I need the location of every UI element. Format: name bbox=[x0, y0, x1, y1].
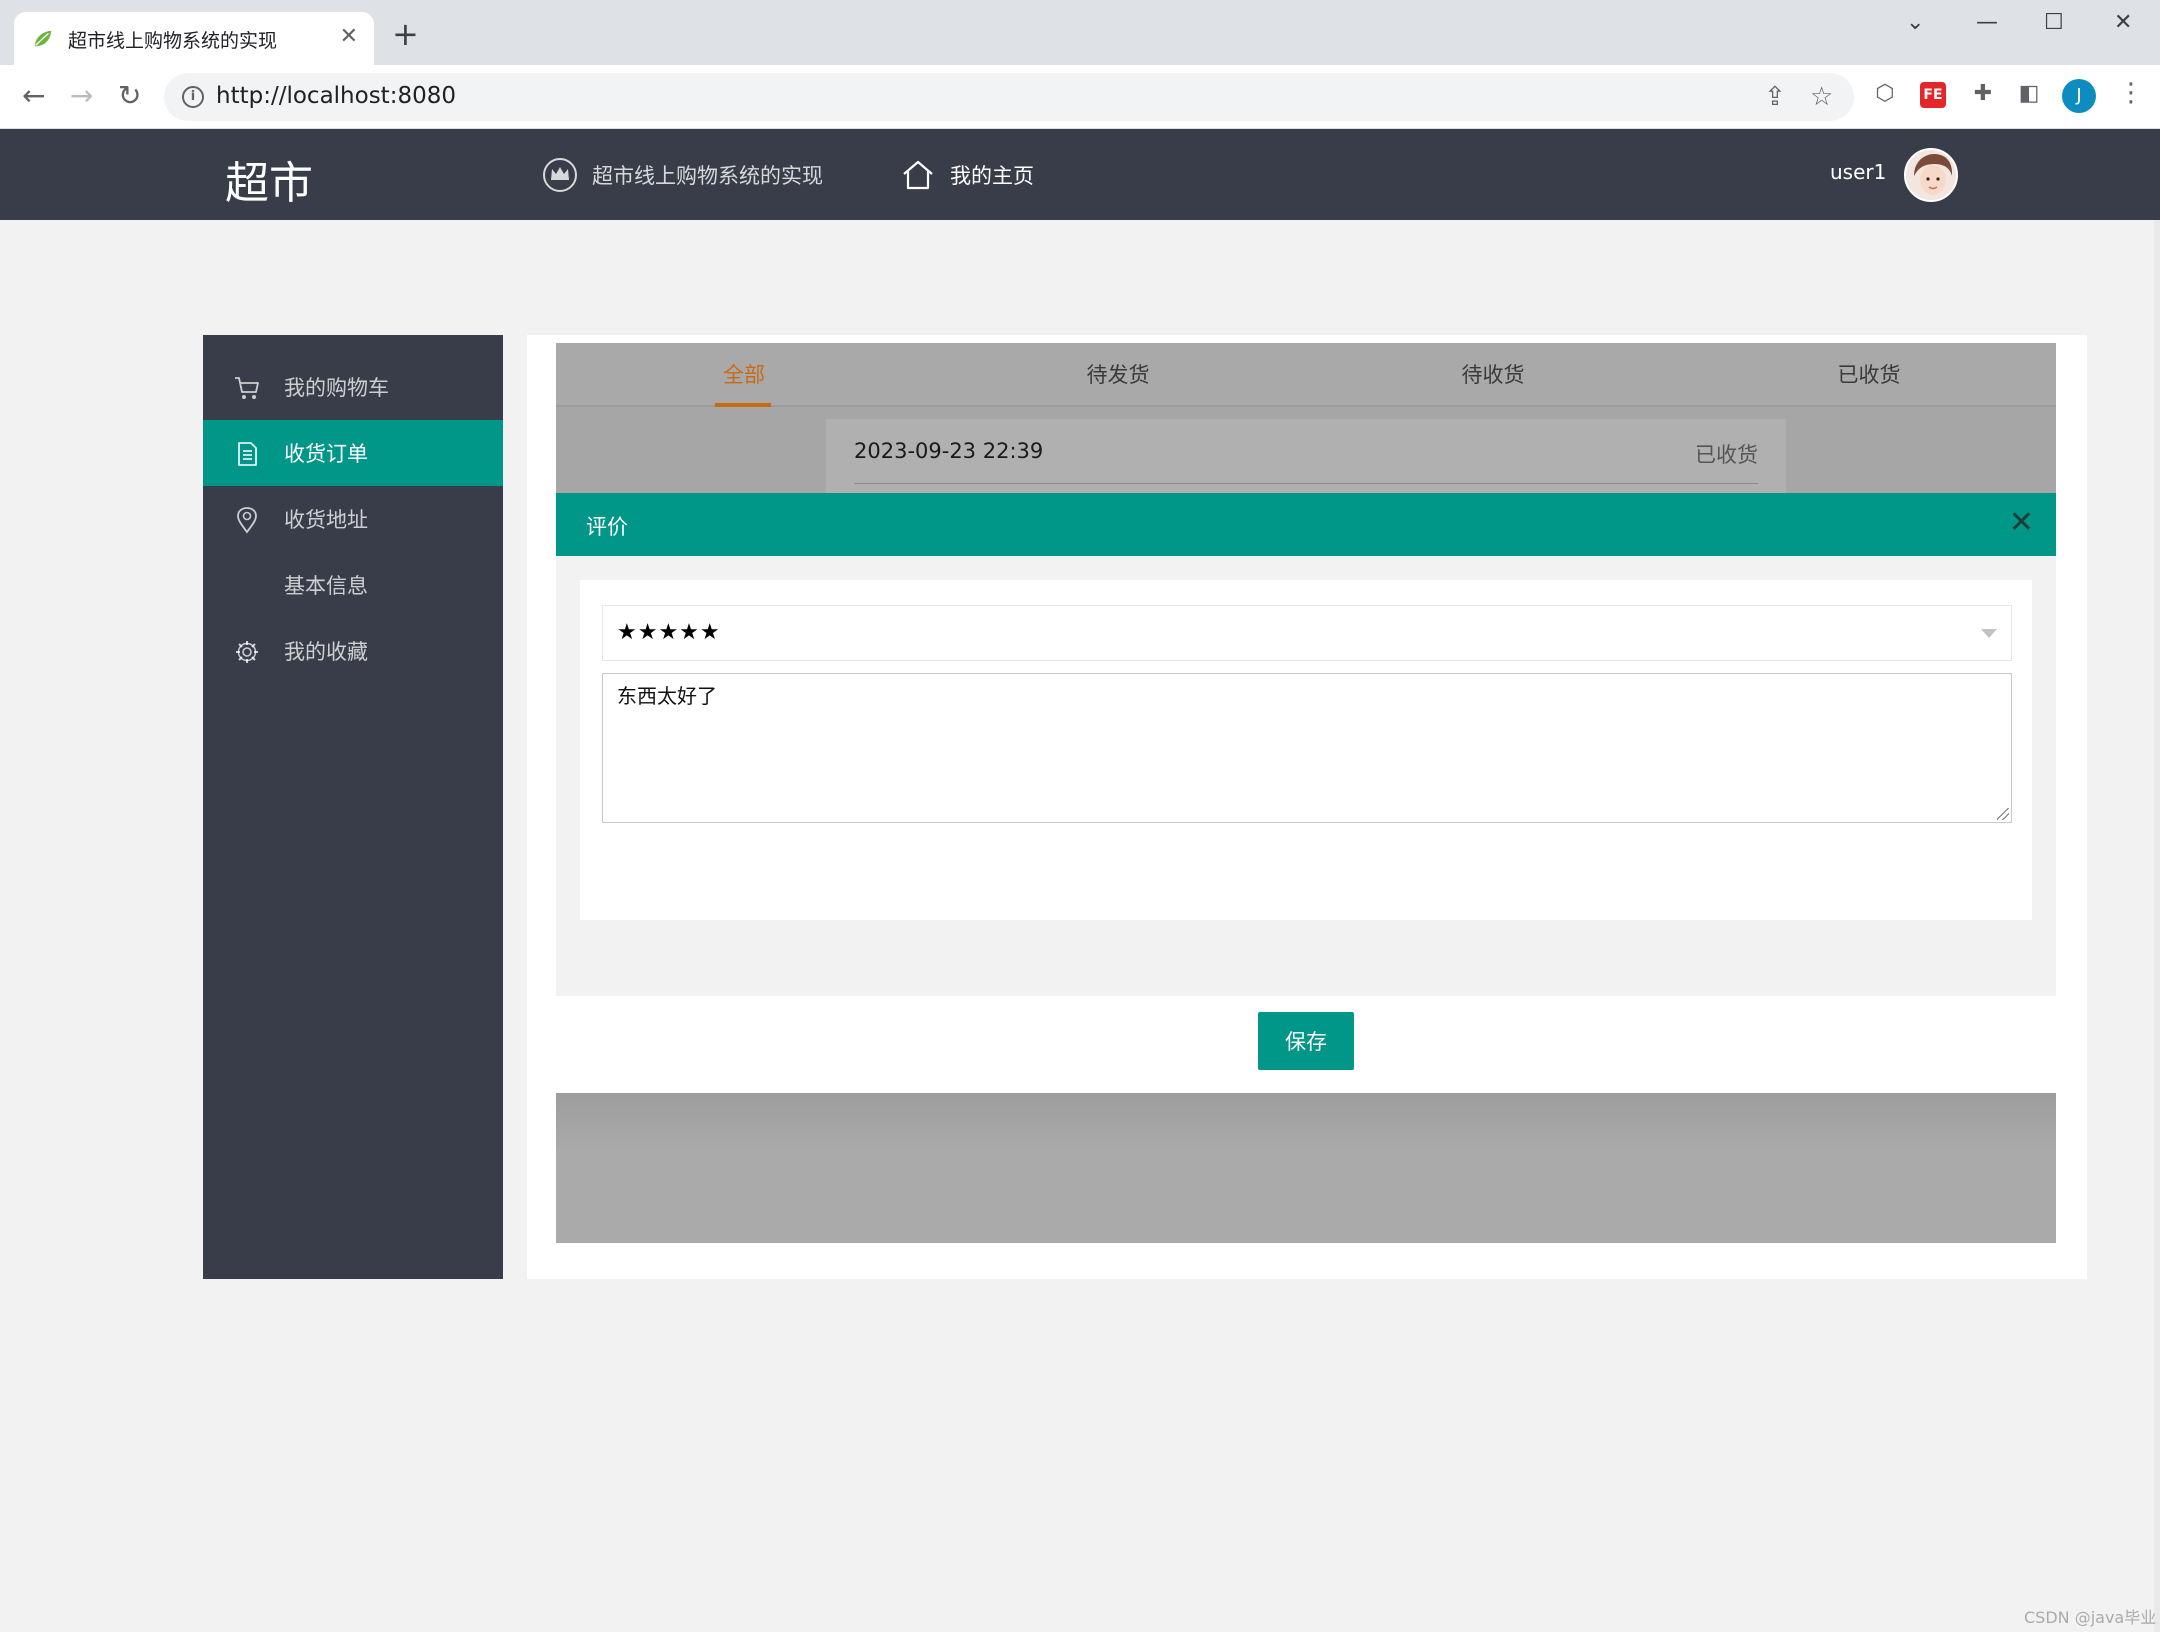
page-scrollbar[interactable] bbox=[2154, 220, 2160, 1632]
sidebar-item-profile[interactable]: 基本信息 bbox=[203, 552, 503, 618]
leaf-favicon-icon bbox=[34, 30, 52, 47]
comment-textarea[interactable]: 东西太好了 bbox=[602, 673, 2012, 823]
reload-icon[interactable]: ↻ bbox=[118, 81, 141, 111]
review-dialog-header: 评价 ✕ bbox=[556, 493, 2056, 556]
review-dialog-footer: 保存 bbox=[556, 996, 2056, 1093]
sidebar-item-label: 我的收藏 bbox=[284, 640, 368, 664]
nav-item-system[interactable]: 超市线上购物系统的实现 bbox=[542, 157, 823, 193]
sidebar-item-label: 基本信息 bbox=[284, 574, 368, 598]
nav-label: 我的主页 bbox=[950, 164, 1034, 188]
window-close-button[interactable]: ✕ bbox=[2114, 8, 2132, 38]
tab-close-icon[interactable]: ✕ bbox=[340, 24, 358, 50]
resize-handle-icon[interactable] bbox=[1997, 808, 2009, 820]
site-info-icon[interactable]: i bbox=[182, 86, 204, 108]
watermark: CSDN @java毕业 bbox=[2024, 1608, 2157, 1627]
tab-all[interactable]: 全部 bbox=[664, 359, 824, 389]
sidebar: 我的购物车 收货订单 收货地址 基本信息 我的收藏 bbox=[203, 335, 503, 1279]
new-tab-button[interactable]: + bbox=[392, 18, 419, 50]
side-panel-icon[interactable]: ◧ bbox=[2014, 79, 2044, 109]
tab-pending-receipt[interactable]: 待收货 bbox=[1413, 359, 1573, 389]
url-text[interactable]: http://localhost:8080 bbox=[216, 83, 456, 109]
address-bar: ← → ↻ i http://localhost:8080 ⇪ ☆ ⬡ bbox=[0, 65, 2160, 129]
puzzle-extensions-icon[interactable]: ✚ bbox=[1968, 79, 1998, 109]
order-status: 已收货 bbox=[1695, 443, 1758, 467]
profile-avatar-icon[interactable]: J bbox=[2062, 79, 2096, 113]
rating-value: ★★★★★ bbox=[617, 620, 721, 645]
share-icon[interactable]: ⇪ bbox=[1764, 82, 1786, 112]
gear-icon bbox=[236, 641, 258, 663]
browser-menu-icon[interactable]: ⋮ bbox=[2118, 76, 2144, 110]
nav-label: 超市线上购物系统的实现 bbox=[592, 164, 823, 188]
back-arrow-icon[interactable]: ← bbox=[22, 81, 45, 111]
sidebar-item-address[interactable]: 收货地址 bbox=[203, 486, 503, 552]
tab-search-chevron-icon[interactable]: ⌄ bbox=[1906, 8, 1924, 38]
order-card[interactable]: 2023-09-23 22:39 已收货 bbox=[826, 419, 1786, 493]
maximize-button[interactable]: ☐ bbox=[2044, 8, 2064, 38]
sidebar-item-cart[interactable]: 我的购物车 bbox=[203, 354, 503, 420]
review-form: ★★★★★ 东西太好了 bbox=[580, 580, 2032, 920]
extension-hexagon-icon[interactable]: ⬡ bbox=[1870, 79, 1900, 109]
url-omnibox[interactable]: i http://localhost:8080 ⇪ ☆ bbox=[164, 73, 1854, 121]
home-icon bbox=[903, 160, 933, 190]
rating-select[interactable]: ★★★★★ bbox=[602, 605, 2012, 661]
overlay-backdrop bbox=[556, 1093, 2056, 1243]
sidebar-item-label: 收货订单 bbox=[284, 442, 368, 466]
comment-text: 东西太好了 bbox=[617, 684, 717, 708]
review-dialog-body: ★★★★★ 东西太好了 bbox=[556, 556, 2056, 996]
username[interactable]: user1 bbox=[1830, 160, 1886, 184]
order-time: 2023-09-23 22:39 bbox=[854, 439, 1044, 463]
forward-arrow-icon[interactable]: → bbox=[70, 81, 93, 111]
site-logo[interactable]: 超市 bbox=[225, 147, 313, 211]
location-pin-icon bbox=[237, 507, 257, 534]
crown-icon bbox=[543, 158, 577, 192]
browser-tab[interactable]: 超市线上购物系统的实现 ✕ bbox=[14, 12, 374, 65]
dialog-title: 评价 bbox=[586, 515, 628, 539]
nav-item-home[interactable]: 我的主页 bbox=[900, 157, 1034, 193]
order-tabs: 全部 待发货 待收货 已收货 bbox=[556, 343, 2056, 407]
browser-tab-strip: 超市线上购物系统的实现 ✕ + ⌄ — ☐ ✕ bbox=[0, 0, 2160, 65]
tab-received[interactable]: 已收货 bbox=[1789, 359, 1949, 389]
fe-extension-icon[interactable]: FE bbox=[1920, 82, 1946, 108]
order-list: 2023-09-23 22:39 已收货 bbox=[556, 407, 2056, 493]
minimize-button[interactable]: — bbox=[1976, 8, 1998, 38]
sidebar-item-label: 我的购物车 bbox=[284, 376, 389, 400]
bookmark-star-icon[interactable]: ☆ bbox=[1810, 82, 1833, 112]
user-avatar[interactable] bbox=[1904, 148, 1958, 202]
avatar-portrait-icon bbox=[1906, 150, 1956, 200]
sidebar-item-label: 收货地址 bbox=[284, 508, 368, 532]
tab-pending-shipment[interactable]: 待发货 bbox=[1038, 359, 1198, 389]
save-button[interactable]: 保存 bbox=[1258, 1012, 1354, 1070]
chevron-down-icon bbox=[1981, 629, 1997, 638]
divider bbox=[854, 483, 1758, 484]
sidebar-item-orders[interactable]: 收货订单 bbox=[203, 420, 503, 486]
sidebar-item-favorites[interactable]: 我的收藏 bbox=[203, 618, 503, 684]
site-header: 超市 超市线上购物系统的实现 我的主页 user1 bbox=[0, 129, 2160, 220]
document-icon bbox=[238, 442, 257, 466]
cart-icon bbox=[235, 377, 259, 399]
close-icon[interactable]: ✕ bbox=[2009, 507, 2034, 539]
tab-title: 超市线上购物系统的实现 bbox=[68, 30, 278, 52]
